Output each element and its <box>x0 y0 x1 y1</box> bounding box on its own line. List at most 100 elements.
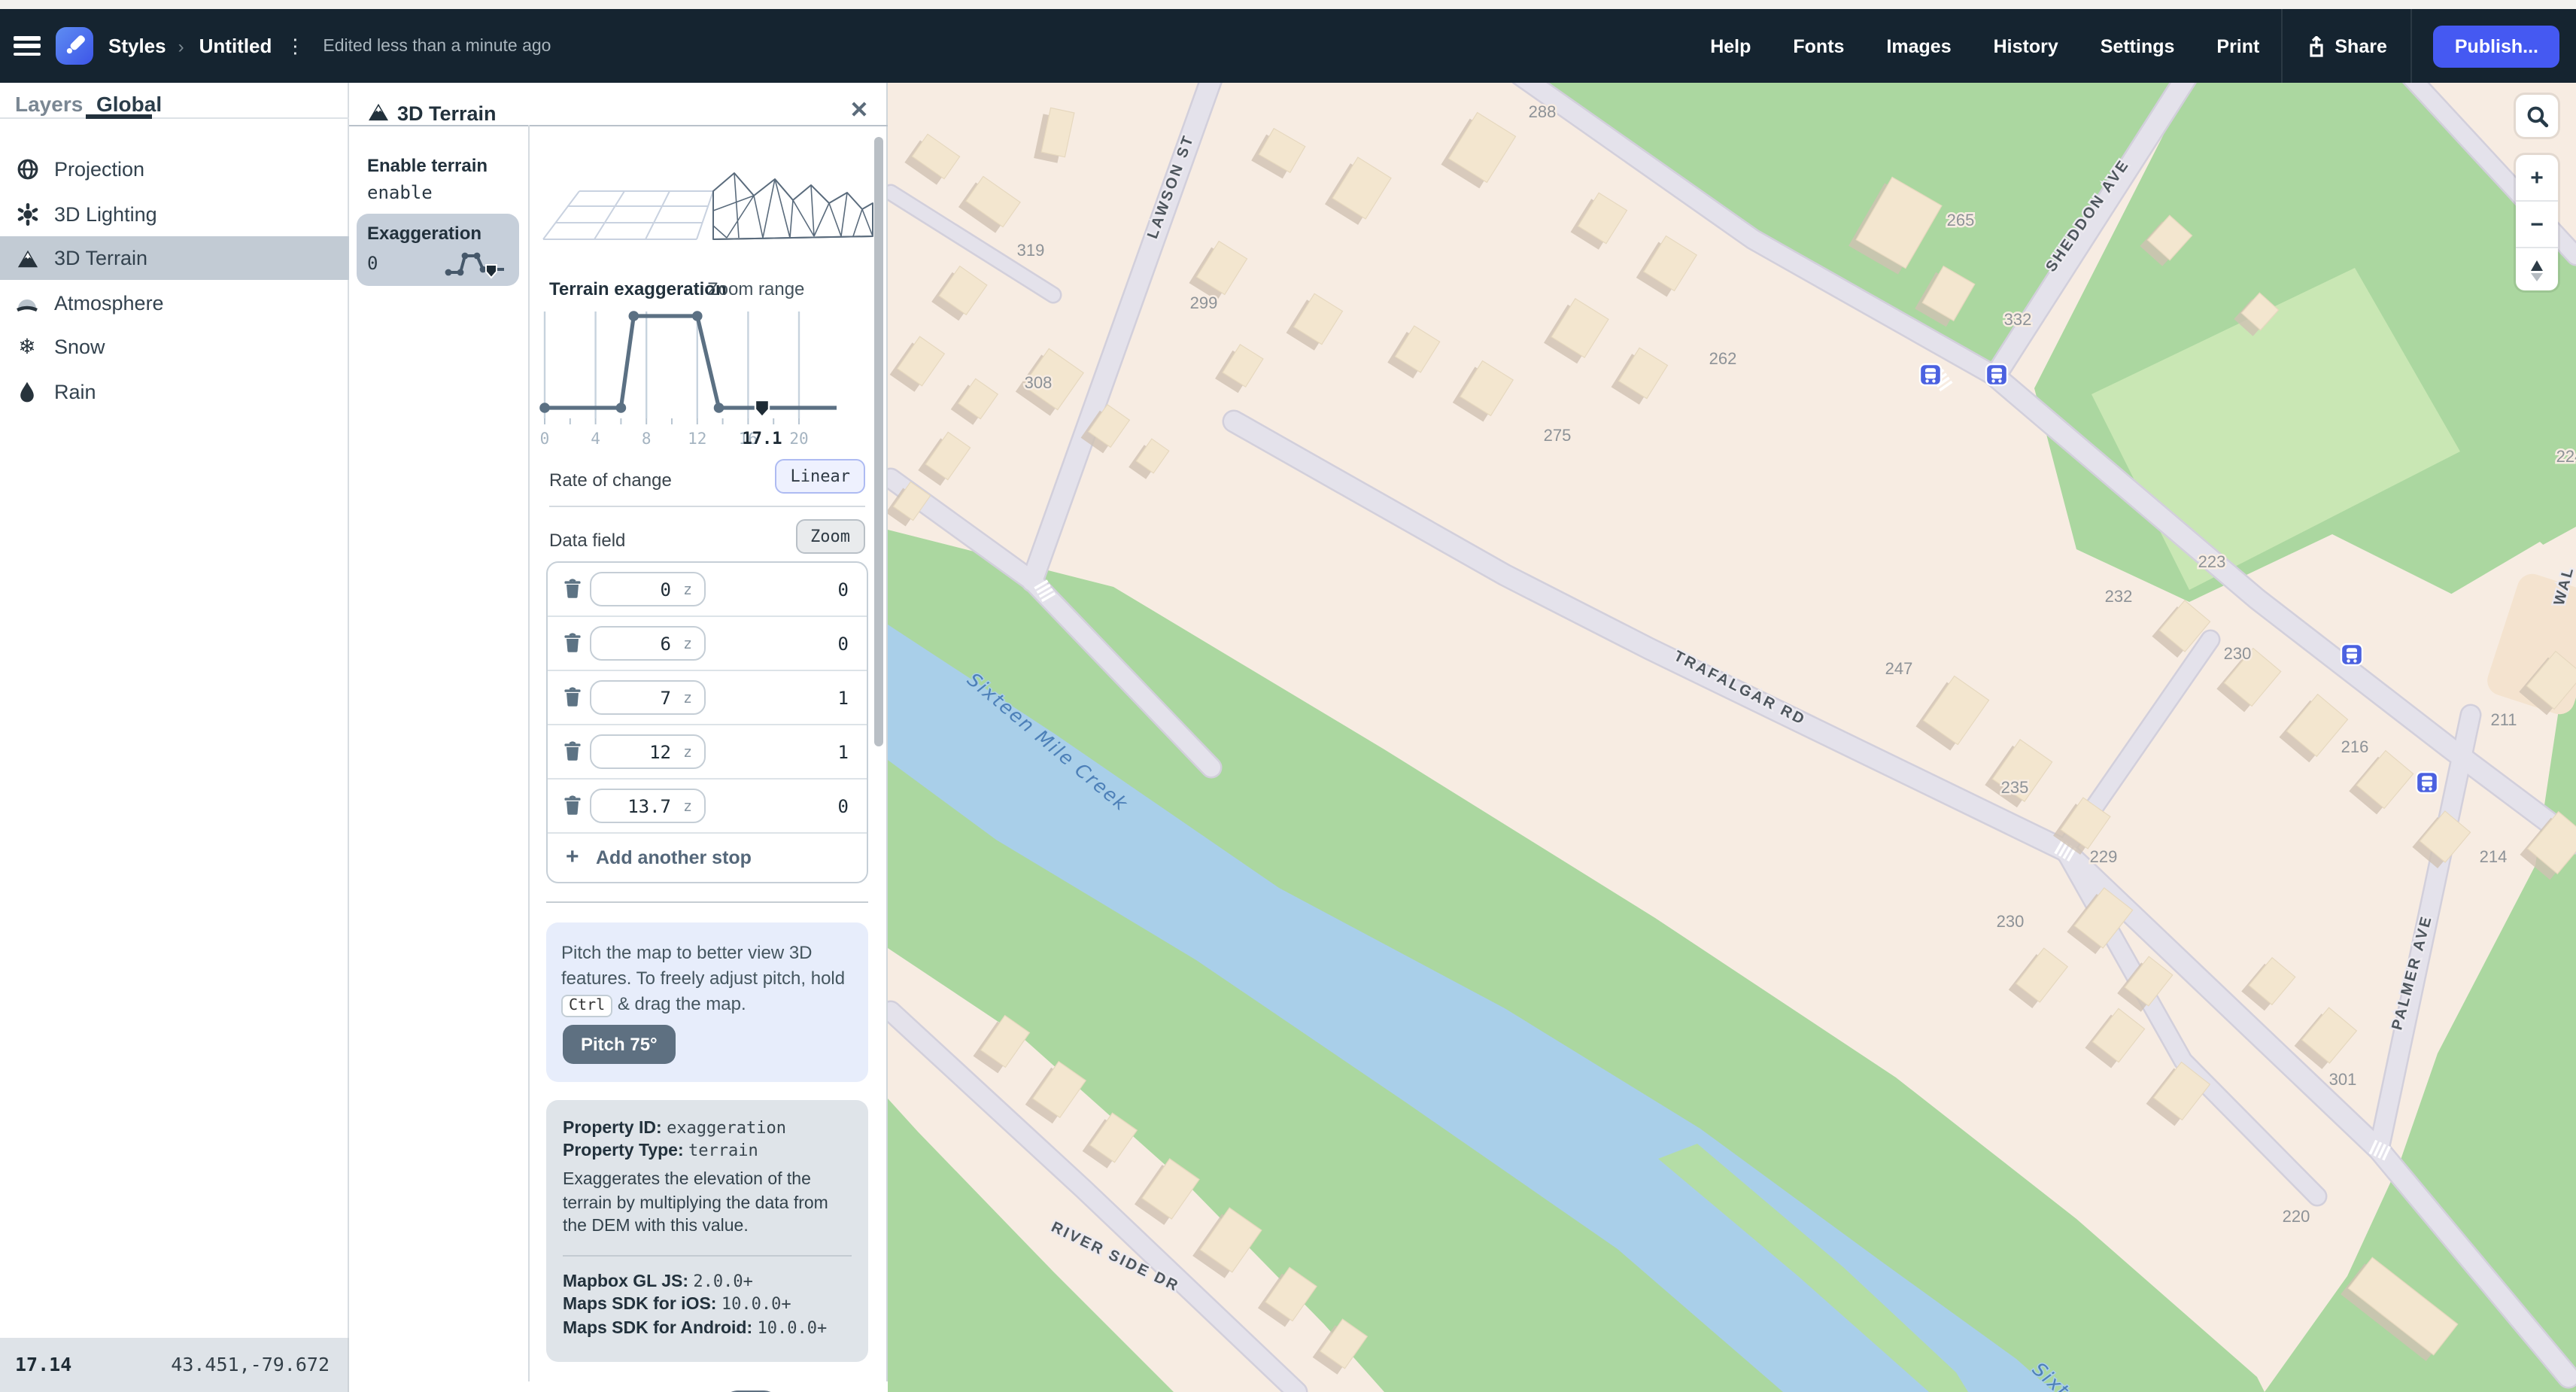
sidebar-item-3d-lighting[interactable]: 3D Lighting <box>0 192 349 236</box>
raindrop-icon <box>15 379 39 403</box>
bus-stop-icon <box>1986 364 2007 385</box>
window-top-strip <box>0 0 2576 9</box>
topmenu-fonts[interactable]: Fonts <box>1793 35 1844 56</box>
active-tab-underline <box>86 114 152 118</box>
rate-of-change-row: Rate of change Linear <box>549 459 865 504</box>
sidebar-item-label: Rain <box>54 380 96 403</box>
terrain-exaggeration-title: Terrain exaggeration <box>549 278 727 299</box>
sdk-version: 10.0.0+ <box>721 1294 791 1314</box>
stop-zoom-value: 6 <box>661 634 671 655</box>
topmenu-settings[interactable]: Settings <box>2101 35 2175 56</box>
breadcrumb-chevron-icon: › <box>178 35 184 56</box>
hamburger-menu-icon[interactable] <box>14 36 41 56</box>
topmenu-images[interactable]: Images <box>1886 35 1951 56</box>
zoom-suffix: z <box>683 691 692 707</box>
trash-icon[interactable] <box>563 632 582 661</box>
topmenu-history[interactable]: History <box>1994 35 2058 56</box>
stop-zoom-input[interactable]: 0z <box>590 572 706 606</box>
sdk-support-list: Mapbox GL JS: 2.0.0+ Maps SDK for iOS: 10… <box>563 1271 852 1337</box>
house-number: 332 <box>2004 310 2032 329</box>
sdk-label: Maps SDK for iOS: <box>563 1296 721 1314</box>
svg-text:20: 20 <box>789 430 808 448</box>
pitch-75-button[interactable]: Pitch 75° <box>563 1025 676 1064</box>
rate-of-change-button[interactable]: Linear <box>776 459 866 494</box>
snowflake-icon: ❄ <box>15 335 39 359</box>
breadcrumb-root[interactable]: Styles <box>108 35 166 57</box>
trash-icon[interactable] <box>563 686 582 715</box>
property-description: Exaggerates the elevation of the terrain… <box>563 1169 852 1239</box>
map-canvas[interactable]: 2882653192993083322622752232472322302112… <box>888 83 2576 1392</box>
exaggeration-card[interactable]: Exaggeration 0 <box>357 214 519 286</box>
trash-icon[interactable] <box>563 795 582 823</box>
tab-divider <box>0 117 349 118</box>
zoom-in-button[interactable]: + <box>2516 155 2558 200</box>
topmenu-help[interactable]: Help <box>1710 35 1751 56</box>
stops-list: 0z06z07z112z113.7z0+Add another stop <box>546 561 868 883</box>
trash-icon[interactable] <box>563 740 582 769</box>
stop-zoom-input[interactable]: 12 z <box>590 734 706 769</box>
exaggeration-value: 0 <box>367 253 378 274</box>
search-icon <box>2526 105 2548 127</box>
sdk-row: Mapbox GL JS: 2.0.0+ <box>563 1271 852 1290</box>
house-number: 230 <box>2224 644 2252 663</box>
map-search-button[interactable] <box>2516 95 2558 137</box>
close-icon[interactable]: ✕ <box>846 98 873 125</box>
share-button[interactable]: Share <box>2306 35 2387 56</box>
globe-icon <box>15 157 39 181</box>
sidebar-item-3d-terrain[interactable]: 3D Terrain <box>0 236 349 280</box>
mapbox-studio-logo[interactable] <box>56 27 93 65</box>
svg-text:4: 4 <box>591 430 600 448</box>
tab-global[interactable]: Global <box>96 92 162 116</box>
stop-row: 6z 0 <box>548 617 867 671</box>
panel-title: 3D Terrain <box>397 102 497 125</box>
plus-icon: + <box>566 844 579 870</box>
panel-scrollbar[interactable] <box>874 137 883 746</box>
enable-terrain-value[interactable]: enable <box>367 182 433 203</box>
stop-zoom-input[interactable]: 6z <box>590 626 706 661</box>
zoom-out-button[interactable]: − <box>2516 202 2558 247</box>
edited-status: Edited less than a minute ago <box>323 37 551 55</box>
zoom-range-graph[interactable]: 04812162017.1 <box>528 301 888 451</box>
add-another-stop-button[interactable]: +Add another stop <box>548 834 867 882</box>
house-number: 247 <box>1885 659 1913 678</box>
top-bar: Styles › Untitled ⋮ Edited less than a m… <box>0 9 2576 83</box>
property-scroll-area: Terrain exaggeration Zoom range 04812162… <box>528 125 888 1392</box>
house-number: 319 <box>1017 241 1045 260</box>
publish-button[interactable]: Publish... <box>2434 25 2559 67</box>
breadcrumb-current[interactable]: Untitled <box>199 35 272 57</box>
stop-zoom-input[interactable]: 7z <box>590 680 706 715</box>
bus-stop-icon <box>1920 364 1941 385</box>
sidebar-item-snow[interactable]: ❄ Snow <box>0 325 349 369</box>
stop-output-value: 0 <box>838 634 849 655</box>
stop-row: 12z1 <box>548 725 867 780</box>
trash-icon[interactable] <box>563 578 582 606</box>
compass-button[interactable] <box>2516 248 2558 293</box>
tab-layers[interactable]: Layers <box>15 92 83 116</box>
house-number: 224 <box>2556 447 2576 466</box>
mountain-icon <box>15 246 39 270</box>
sidebar-item-projection[interactable]: Projection <box>0 147 349 191</box>
house-number: 220 <box>2283 1207 2310 1226</box>
topbar-divider <box>2411 9 2413 83</box>
zoom-suffix: z <box>683 582 692 599</box>
atmosphere-icon <box>15 290 39 315</box>
data-field-button[interactable]: Zoom <box>795 519 865 554</box>
house-number: 214 <box>2480 847 2508 866</box>
topmenu-print[interactable]: Print <box>2216 35 2259 56</box>
sidebar-item-label: Snow <box>54 336 105 358</box>
house-number: 301 <box>2329 1070 2357 1089</box>
sidebar-item-atmosphere[interactable]: Atmosphere <box>0 281 349 324</box>
zoom-level-value: 17.14 <box>15 1353 71 1375</box>
stop-zoom-input[interactable]: 13.7 z <box>590 789 706 823</box>
zoom-suffix: z <box>683 745 692 761</box>
zoom-suffix: z <box>683 637 692 653</box>
terrain-panel: 3D Terrain ✕ Enable terrain enable Exagg… <box>349 83 888 1392</box>
terrain-mesh-illustration <box>534 143 883 260</box>
mini-stops-graph-icon <box>444 247 510 280</box>
zoom-suffix: z <box>683 799 692 816</box>
kebab-menu-icon[interactable]: ⋮ <box>285 34 305 58</box>
stop-zoom-value: 13.7 <box>627 796 671 817</box>
sidebar-item-rain[interactable]: Rain <box>0 369 349 413</box>
stop-zoom-value: 12 <box>649 742 671 763</box>
top-menu: Help Fonts Images History Settings Print <box>1689 9 2280 83</box>
